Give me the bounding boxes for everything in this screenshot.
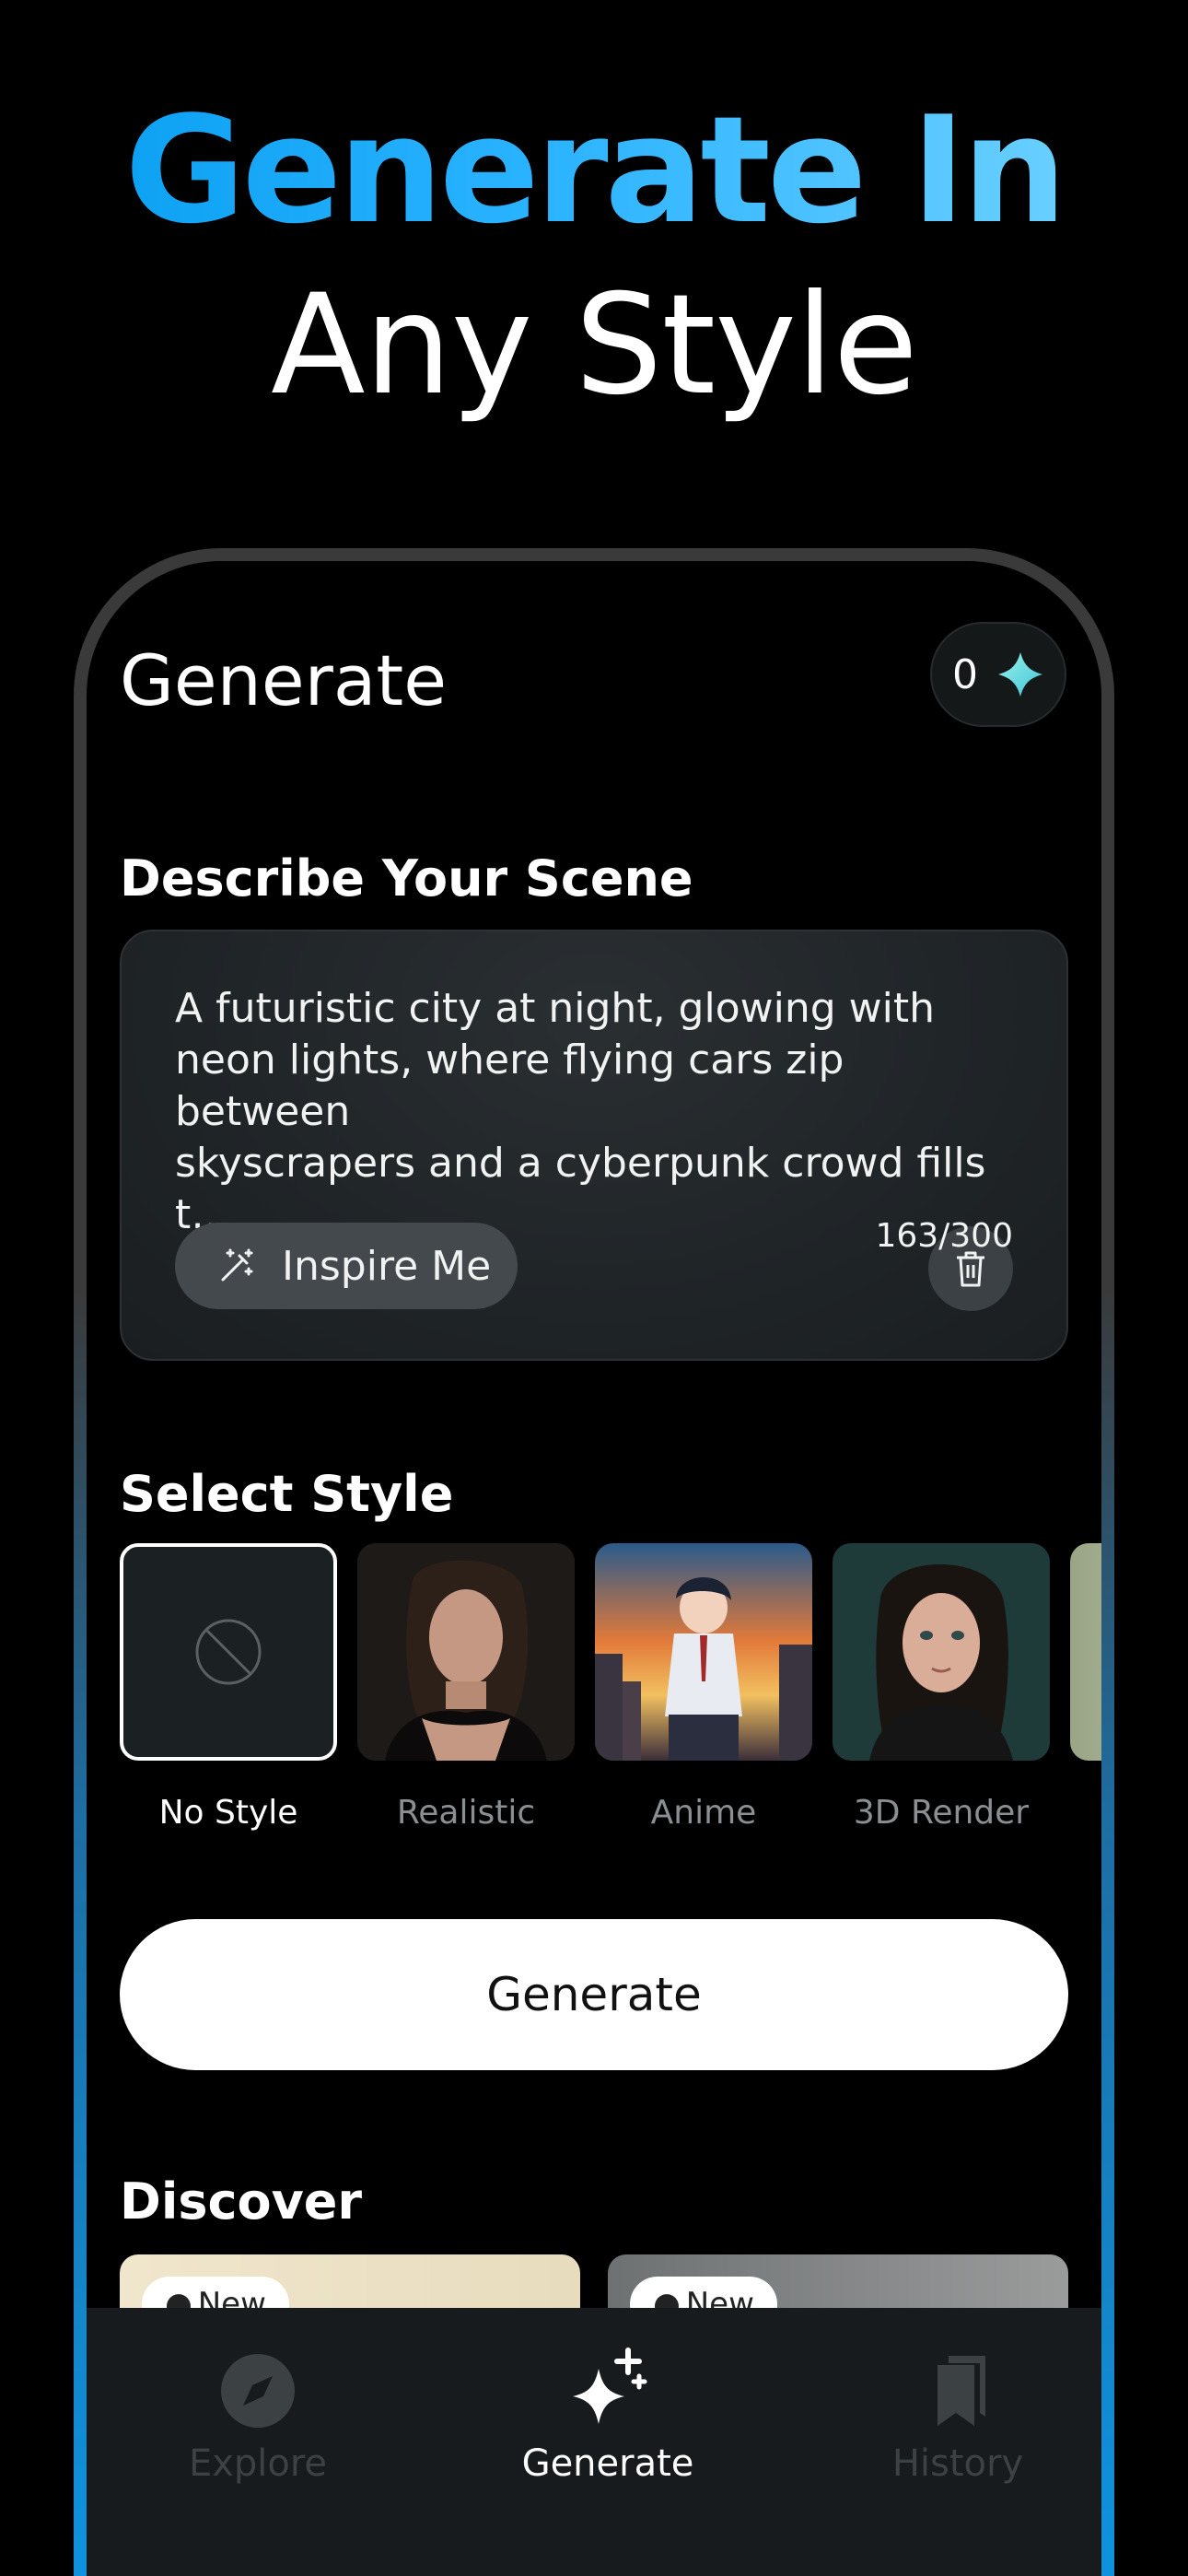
- nav-label-generate: Generate: [521, 2442, 694, 2485]
- anime-scene-image: [595, 1543, 812, 1761]
- style-tile-anime[interactable]: [595, 1543, 812, 1761]
- describe-scene-heading: Describe Your Scene: [120, 849, 693, 907]
- compass-icon: [221, 2354, 295, 2428]
- discover-heading: Discover: [120, 2172, 363, 2231]
- magic-wand-icon: [221, 1248, 253, 1282]
- gem-icon: [998, 652, 1042, 697]
- hero-headline-accent: Generate In: [124, 84, 1066, 256]
- style-label-anime: Anime: [650, 1794, 757, 1832]
- credit-count: 0: [952, 650, 978, 698]
- credits-button[interactable]: 0: [930, 622, 1066, 727]
- hero-headline: Generate In: [0, 97, 1188, 244]
- character-count: 163/300: [875, 1217, 1013, 1255]
- 3d-render-portrait-image: [833, 1543, 1050, 1761]
- nav-item-history[interactable]: History: [838, 2345, 1077, 2485]
- bottom-navigation: Explore Generate History: [87, 2308, 1101, 2576]
- inspire-me-label: Inspire Me: [282, 1242, 492, 1290]
- style-label-3d-render: 3D Render: [853, 1794, 1030, 1832]
- style-tile-3d-render[interactable]: [833, 1543, 1050, 1761]
- generate-button[interactable]: Generate: [120, 1919, 1068, 2070]
- nav-label-history: History: [891, 2442, 1024, 2485]
- style-label-realistic: Realistic: [396, 1794, 536, 1832]
- realistic-portrait-image: [357, 1543, 575, 1761]
- prompt-input[interactable]: A futuristic city at night, glowing with…: [175, 983, 1031, 1241]
- style-tile-realistic[interactable]: [357, 1543, 575, 1761]
- hero-subheadline: Any Style: [271, 265, 918, 426]
- select-style-heading: Select Style: [120, 1465, 454, 1523]
- style-tile-no-style[interactable]: [120, 1543, 337, 1761]
- generate-button-label: Generate: [486, 1968, 702, 2021]
- sparkles-icon: [573, 2348, 647, 2424]
- style-label-no-style: No Style: [158, 1794, 298, 1832]
- nav-item-explore[interactable]: Explore: [138, 2345, 378, 2485]
- nav-item-generate[interactable]: Generate: [488, 2345, 728, 2485]
- app-screen: Generate 0 Describe Your Scene A futuris…: [87, 561, 1101, 2576]
- page-title: Generate: [120, 639, 447, 721]
- prompt-card[interactable]: A futuristic city at night, glowing with…: [120, 930, 1068, 1361]
- no-style-icon: [195, 1619, 262, 1685]
- style-carousel[interactable]: No Style Realistic Anime 3D Render: [120, 1543, 1101, 1838]
- inspire-me-button[interactable]: Inspire Me: [175, 1223, 518, 1309]
- phone-frame: Generate 0 Describe Your Scene A futuris…: [74, 548, 1114, 2576]
- nav-label-explore: Explore: [188, 2442, 328, 2485]
- style-tile-partial[interactable]: [1070, 1543, 1101, 1761]
- bookmarks-icon: [938, 2356, 985, 2426]
